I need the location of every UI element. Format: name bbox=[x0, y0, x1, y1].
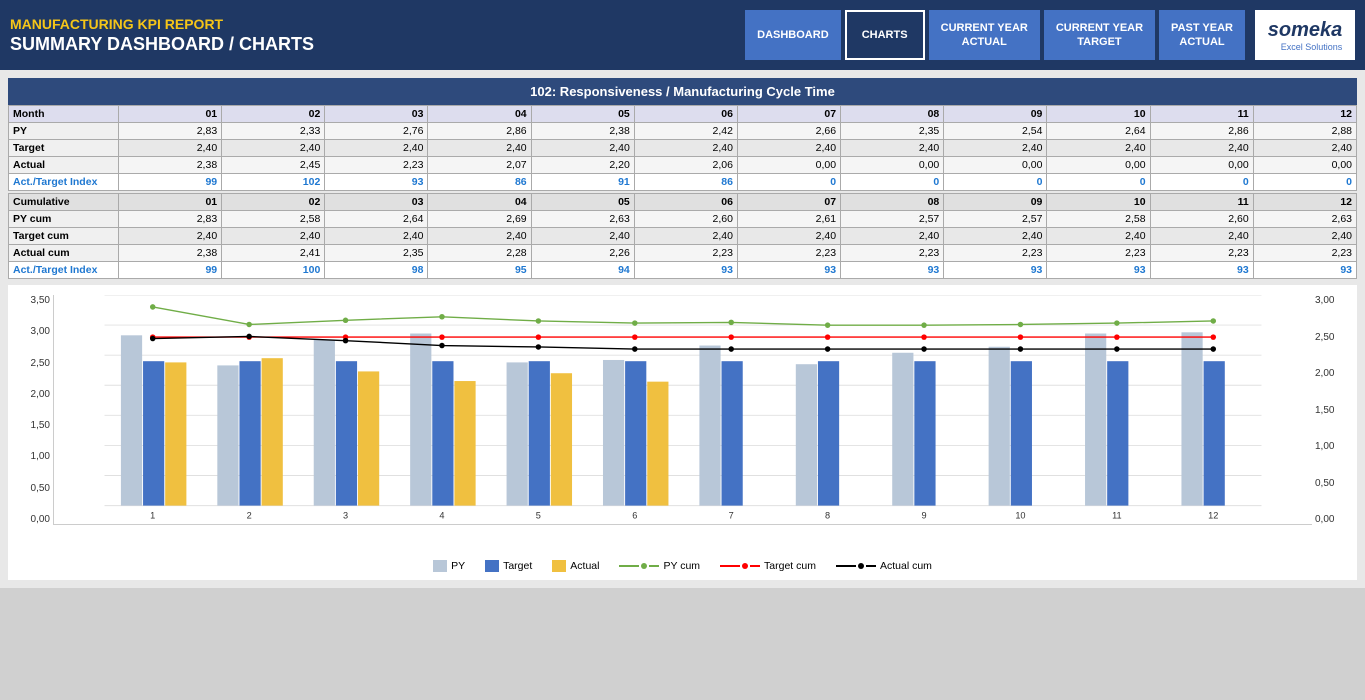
legend-target-cum-line bbox=[720, 563, 760, 569]
cumulative-table: Cumulative 010203 040506 070809 101112 P… bbox=[8, 193, 1357, 279]
svg-text:3: 3 bbox=[343, 510, 348, 520]
monthly-header-row: Month 010203 040506 070809 101112 bbox=[9, 106, 1357, 123]
main-content: 102: Responsiveness / Manufacturing Cycl… bbox=[0, 70, 1365, 588]
nav-cy-target[interactable]: CURRENT YEARTARGET bbox=[1044, 10, 1155, 60]
legend-py-box bbox=[433, 560, 447, 572]
table-row: PY cum 2,832,582,64 2,692,632,60 2,612,5… bbox=[9, 211, 1357, 228]
svg-text:8: 8 bbox=[825, 510, 830, 520]
svg-text:6: 6 bbox=[632, 510, 637, 520]
table-row: Target cum 2,402,402,40 2,402,402,40 2,4… bbox=[9, 228, 1357, 245]
svg-text:7: 7 bbox=[729, 510, 734, 520]
header-title: MANUFACTURING KPI REPORT SUMMARY DASHBOA… bbox=[10, 16, 745, 55]
month-label: Month bbox=[9, 106, 119, 123]
legend-py-label: PY bbox=[451, 560, 465, 572]
nav-buttons: DASHBOARD CHARTS CURRENT YEARACTUAL CURR… bbox=[745, 10, 1245, 60]
legend-actual-cum-line bbox=[836, 563, 876, 569]
svg-text:2: 2 bbox=[247, 510, 252, 520]
legend-py-cum: PY cum bbox=[619, 560, 700, 572]
nav-charts[interactable]: CHARTS bbox=[845, 10, 925, 60]
table-row: Actual 2,382,452,23 2,072,202,06 0,000,0… bbox=[9, 157, 1357, 174]
header: MANUFACTURING KPI REPORT SUMMARY DASHBOA… bbox=[0, 0, 1365, 70]
cumulative-index-row: Act./Target Index 9910098 959493 939393 … bbox=[9, 262, 1357, 279]
legend-py: PY bbox=[433, 560, 465, 572]
logo-sub: Excel Solutions bbox=[1268, 42, 1343, 52]
chart-title: 102: Responsiveness / Manufacturing Cycl… bbox=[8, 78, 1357, 105]
table-row: Target 2,402,402,40 2,402,402,40 2,402,4… bbox=[9, 140, 1357, 157]
sub-title: SUMMARY DASHBOARD / CHARTS bbox=[10, 34, 745, 55]
svg-text:12: 12 bbox=[1208, 510, 1218, 520]
legend-actual: Actual bbox=[552, 560, 599, 572]
logo: someka Excel Solutions bbox=[1255, 10, 1355, 60]
nav-py-actual[interactable]: PAST YEARACTUAL bbox=[1159, 10, 1245, 60]
table-row: PY 2,832,332,76 2,862,382,42 2,662,352,5… bbox=[9, 123, 1357, 140]
legend-py-cum-label: PY cum bbox=[663, 560, 700, 572]
legend-target-label: Target bbox=[503, 560, 532, 572]
svg-text:10: 10 bbox=[1015, 510, 1025, 520]
svg-text:9: 9 bbox=[921, 510, 926, 520]
mfg-title: MANUFACTURING KPI REPORT bbox=[10, 16, 745, 32]
monthly-table: Month 010203 040506 070809 101112 PY 2,8… bbox=[8, 105, 1357, 191]
cumulative-header-row: Cumulative 010203 040506 070809 101112 bbox=[9, 194, 1357, 211]
chart-svg: 123456789101112 bbox=[54, 295, 1312, 524]
legend-actual-box bbox=[552, 560, 566, 572]
svg-text:5: 5 bbox=[536, 510, 541, 520]
nav-dashboard[interactable]: DASHBOARD bbox=[745, 10, 841, 60]
legend-actual-cum-label: Actual cum bbox=[880, 560, 932, 572]
legend-actual-cum: Actual cum bbox=[836, 560, 932, 572]
svg-text:1: 1 bbox=[150, 510, 155, 520]
legend-py-cum-line bbox=[619, 563, 659, 569]
table-row: Actual cum 2,382,412,35 2,282,262,23 2,2… bbox=[9, 245, 1357, 262]
svg-text:4: 4 bbox=[439, 510, 444, 520]
chart-legend: PY Target Actual PY cum bbox=[18, 560, 1347, 572]
monthly-index-row: Act./Target Index 9910293 869186 000 000 bbox=[9, 174, 1357, 191]
y-axis-right: 3,00 2,50 2,00 1,50 1,00 0,50 0,00 bbox=[1312, 295, 1347, 525]
legend-target-cum-label: Target cum bbox=[764, 560, 816, 572]
legend-target-box bbox=[485, 560, 499, 572]
chart-area: 3,50 3,00 2,50 2,00 1,50 1,00 0,50 0,00 … bbox=[8, 285, 1357, 580]
logo-text: someka bbox=[1268, 19, 1343, 42]
nav-cy-actual[interactable]: CURRENT YEARACTUAL bbox=[929, 10, 1040, 60]
plot-area: 123456789101112 bbox=[53, 295, 1312, 525]
legend-target-cum: Target cum bbox=[720, 560, 816, 572]
y-axis-left: 3,50 3,00 2,50 2,00 1,50 1,00 0,50 0,00 bbox=[18, 295, 53, 525]
svg-text:11: 11 bbox=[1112, 510, 1122, 520]
legend-actual-label: Actual bbox=[570, 560, 599, 572]
legend-target: Target bbox=[485, 560, 532, 572]
